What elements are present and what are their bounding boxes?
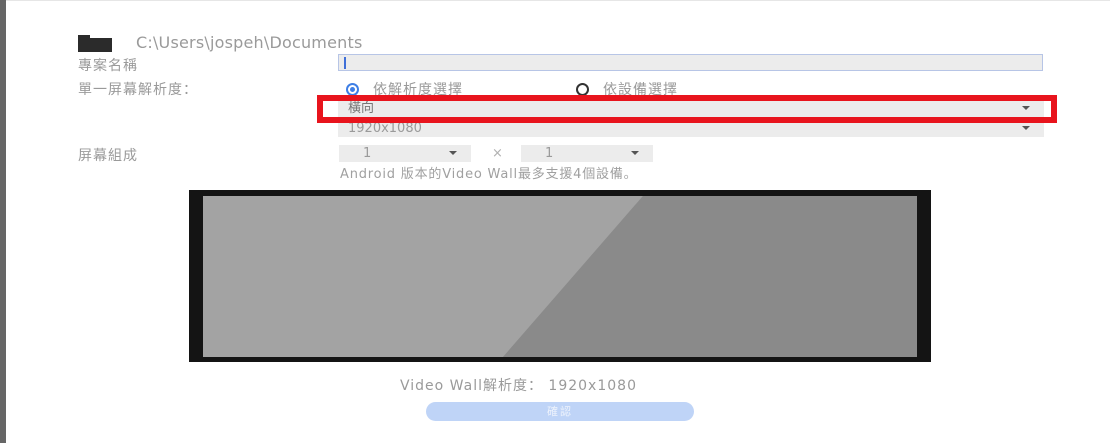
screen-layout-label: 屏幕組成 xyxy=(78,148,138,164)
rows-select[interactable]: 1 xyxy=(521,145,653,162)
columns-select[interactable]: 1 xyxy=(339,145,471,162)
chevron-down-icon[interactable] xyxy=(449,151,457,155)
highlight-box xyxy=(317,95,1057,123)
single-resolution-label: 單一屏幕解析度： xyxy=(78,82,198,98)
screen-preview xyxy=(203,196,917,357)
resolution-value: 1920x1080 xyxy=(348,121,422,136)
radio-unchecked-icon[interactable] xyxy=(576,82,589,96)
chevron-down-icon[interactable] xyxy=(631,151,639,155)
times-symbol: × xyxy=(492,146,503,161)
columns-value: 1 xyxy=(363,146,372,161)
window-left-border xyxy=(0,0,6,443)
folder-icon[interactable] xyxy=(78,35,112,52)
window-top-border xyxy=(6,0,1110,1)
chevron-down-icon[interactable] xyxy=(1022,126,1030,130)
monitor-preview xyxy=(189,190,931,362)
device-limit-note: Android 版本的Video Wall最多支援4個設備。 xyxy=(340,167,638,182)
rows-value: 1 xyxy=(545,146,554,161)
confirm-button[interactable]: 確認 xyxy=(426,402,694,421)
folder-path: C:\Users\jospeh\Documents xyxy=(136,33,363,52)
video-wall-resolution: Video Wall解析度： 1920x1080 xyxy=(400,378,637,394)
project-name-input[interactable] xyxy=(338,54,1043,71)
radio-checked-icon[interactable] xyxy=(346,82,359,96)
project-name-label: 專案名稱 xyxy=(78,58,138,74)
text-caret xyxy=(344,57,346,69)
